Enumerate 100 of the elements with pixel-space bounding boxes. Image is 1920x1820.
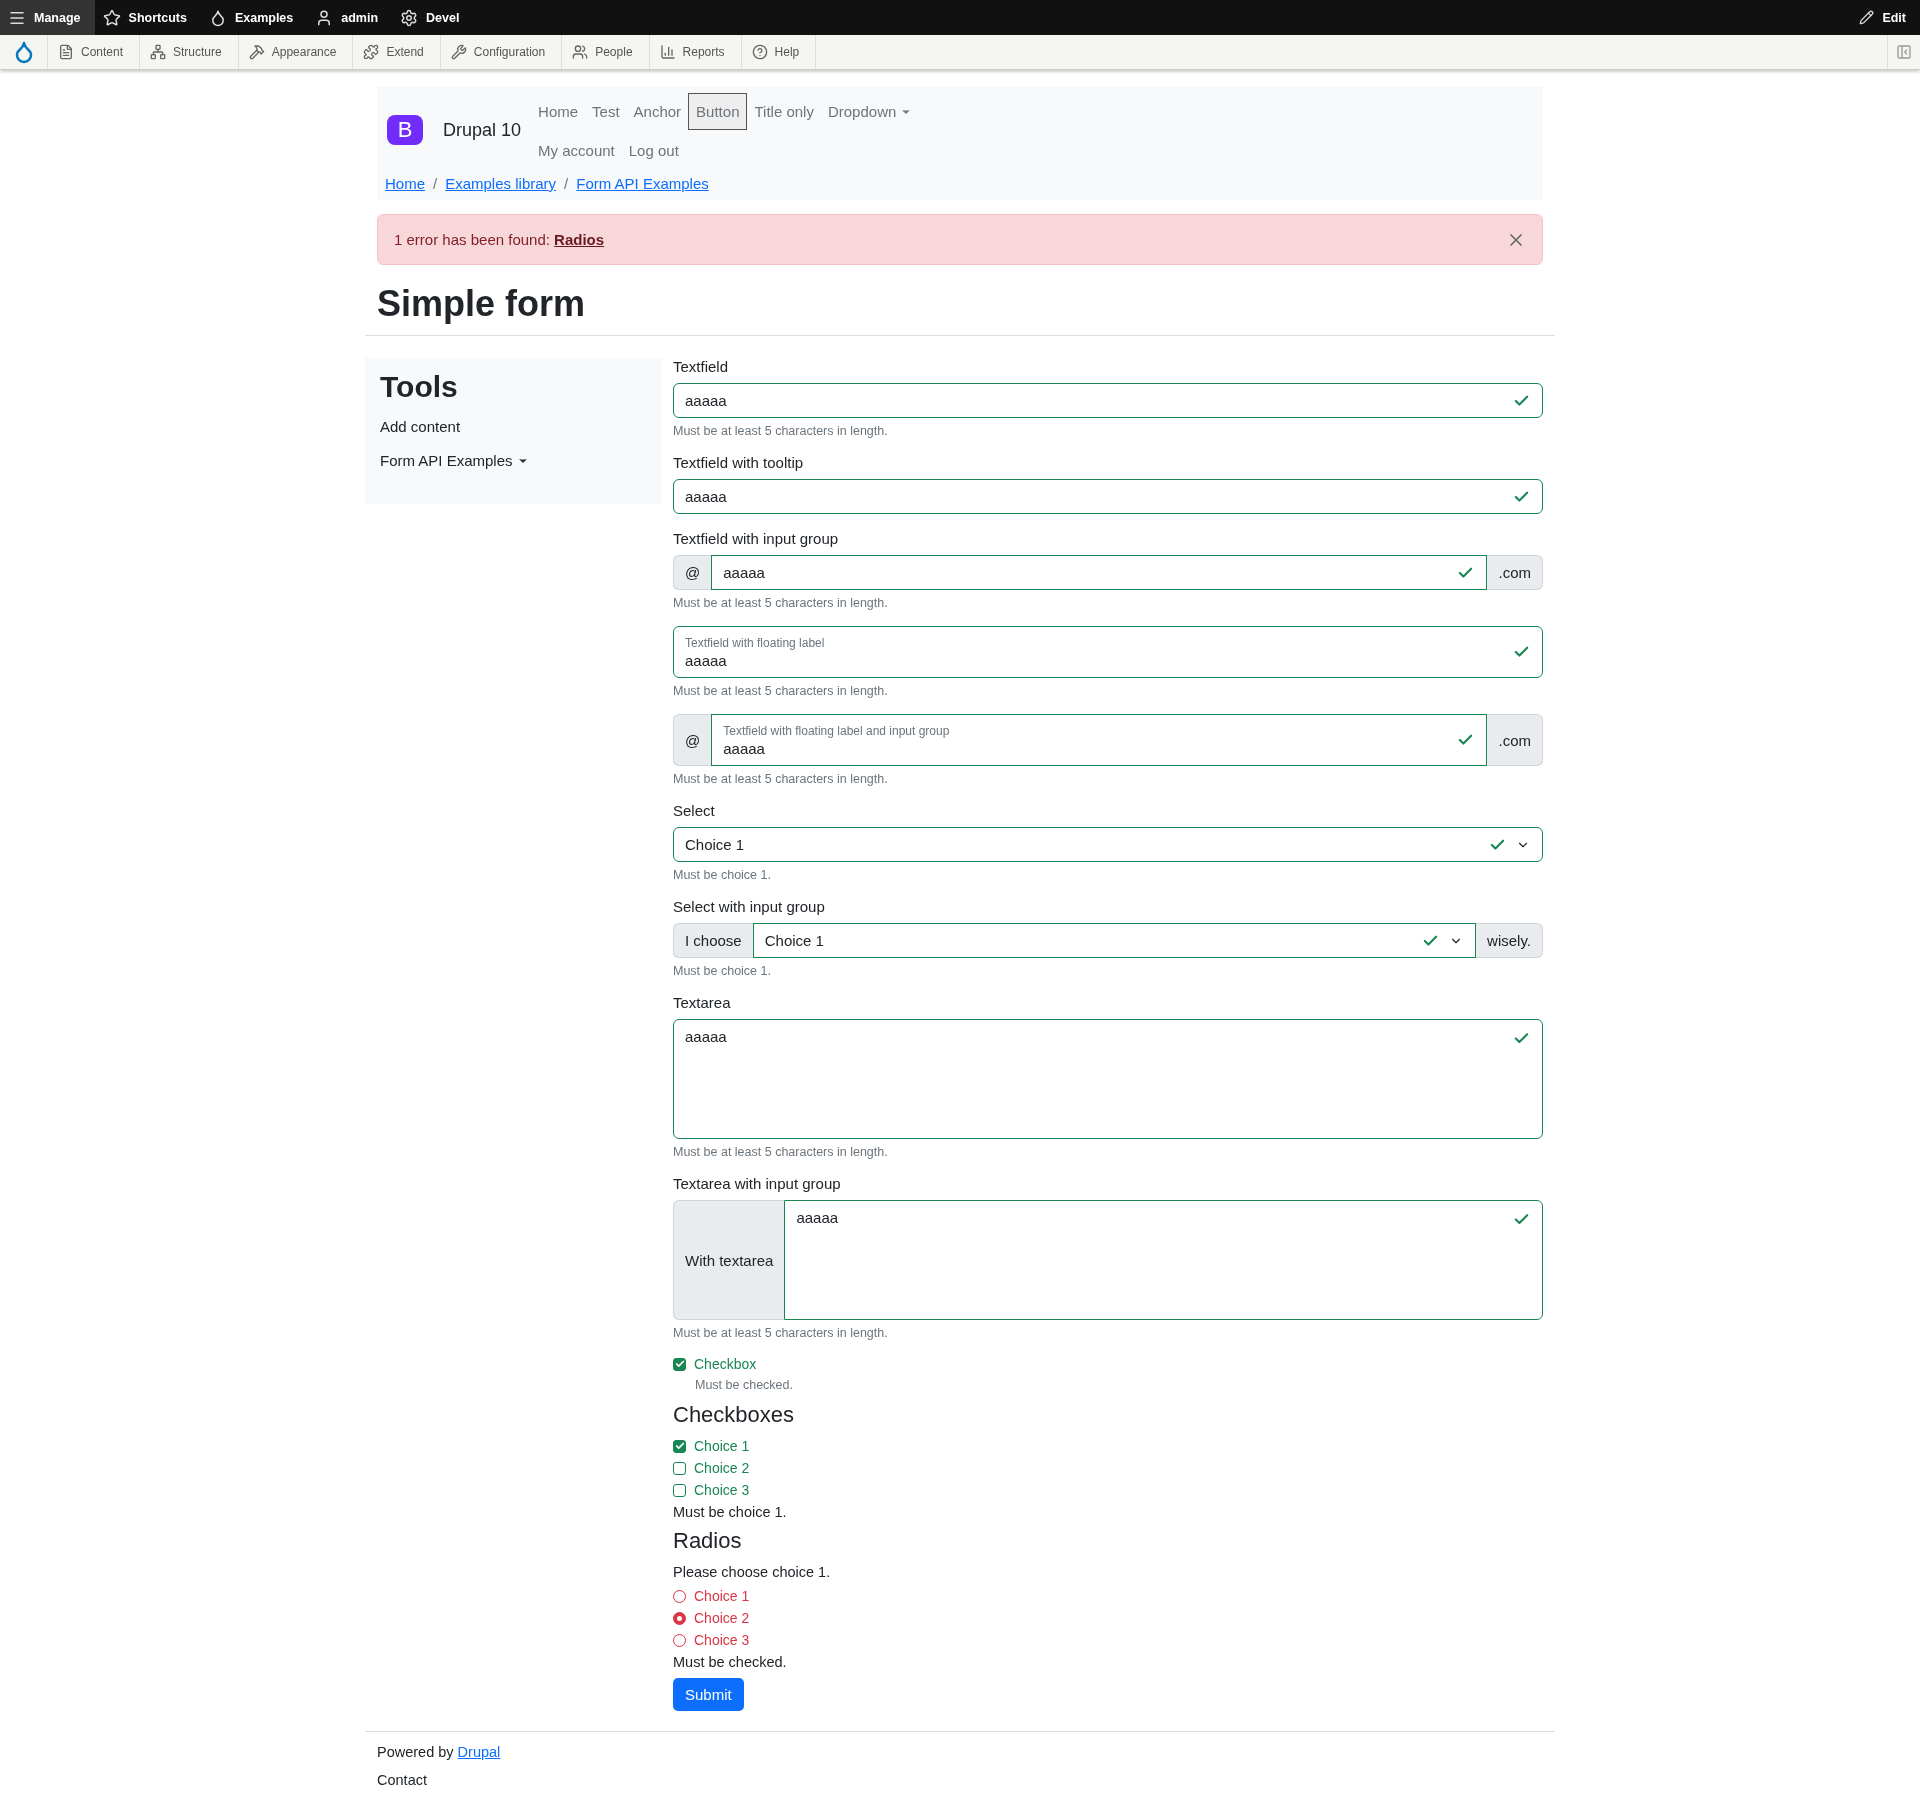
field-label: Textfield	[673, 358, 730, 375]
tray-item[interactable]: Help	[741, 35, 817, 69]
help-text: Must be checked.	[695, 1378, 794, 1392]
sidebar-dropdown[interactable]: Form API Examples	[380, 452, 647, 469]
checkbox-label: Choice 3	[694, 1482, 750, 1498]
checkbox[interactable]	[673, 1461, 686, 1475]
help-text: Must be at least 5 characters in length.	[673, 1326, 889, 1340]
tray-item[interactable]: People	[562, 35, 650, 69]
radio-button[interactable]	[673, 1589, 686, 1603]
help-text: Must be choice 1.	[673, 868, 772, 882]
prefix-addon: I choose	[673, 923, 753, 958]
prefix-addon: @	[673, 555, 712, 590]
nav-link[interactable]: Title only	[747, 95, 821, 128]
edit-link[interactable]: Edit	[1851, 0, 1920, 35]
tray-item[interactable]: Extend	[353, 35, 441, 69]
breadcrumb-link[interactable]: Examples library	[445, 175, 557, 192]
field-label: Select with input group	[673, 898, 826, 915]
tray-item[interactable]: Structure	[140, 35, 239, 69]
site-name[interactable]: Drupal 10	[443, 119, 522, 141]
help-text: Must be choice 1.	[673, 1504, 788, 1520]
radio-button[interactable]	[673, 1611, 686, 1625]
error-text: Must be checked.	[673, 1654, 788, 1670]
contact-link[interactable]: Contact	[377, 1772, 1543, 1788]
alert-link[interactable]: Radios	[554, 231, 605, 248]
radio-label: Choice 3	[694, 1632, 750, 1648]
tray-item[interactable]: Content	[48, 35, 141, 69]
field-label: Textarea with input group	[673, 1175, 842, 1192]
hammer-icon	[248, 44, 265, 60]
tray-item[interactable]: Reports	[649, 35, 742, 69]
checkbox[interactable]	[673, 1483, 686, 1497]
hierarchy-icon	[150, 44, 167, 60]
group-description: Please choose choice 1.	[673, 1564, 832, 1580]
breadcrumb-separator: /	[564, 175, 569, 192]
help-text: Must be at least 5 characters in length.	[673, 684, 889, 698]
text-field[interactable]: Textfield with floating label aaaaa	[673, 626, 1543, 678]
toolbar-item[interactable]: Examples	[200, 0, 308, 35]
people-icon	[572, 44, 589, 60]
textarea-field[interactable]: aaaaa	[784, 1200, 1543, 1320]
text-field[interactable]: Textfield with floating label and input group aaaaa	[711, 714, 1488, 766]
group-title: Checkboxes	[673, 1402, 796, 1428]
radio-button[interactable]	[673, 1633, 686, 1647]
help-text: Must be at least 5 characters in length.	[673, 1145, 889, 1159]
bar-chart-icon	[659, 44, 676, 60]
suffix-addon: .com	[1487, 714, 1543, 766]
radio-label: Choice 2	[694, 1610, 750, 1626]
select-field[interactable]: Choice 1	[673, 827, 1543, 862]
nav-link[interactable]: Home	[531, 95, 586, 128]
checkbox-label: Checkbox	[694, 1356, 757, 1372]
nav-dropdown[interactable]: Dropdown	[820, 95, 920, 128]
suffix-addon: .com	[1487, 555, 1543, 590]
textarea-field[interactable]: aaaaa	[673, 1019, 1543, 1139]
breadcrumb-link[interactable]: Form API Examples	[576, 175, 709, 192]
sidebar-title: Tools	[380, 370, 459, 404]
checkbox-label: Choice 1	[694, 1438, 750, 1454]
breadcrumb-link[interactable]: Home	[385, 175, 425, 192]
radio-label: Choice 1	[694, 1588, 750, 1604]
nav-link[interactable]: My account	[531, 134, 622, 167]
page-title: Simple form	[377, 283, 587, 326]
prefix-addon: @	[673, 714, 712, 766]
tray-item[interactable]: Appearance	[238, 35, 354, 69]
toolbar-item[interactable]: Shortcuts	[94, 0, 201, 35]
tray-item[interactable]: Configuration	[440, 35, 563, 69]
star-icon	[102, 8, 121, 27]
prefix-addon: With textarea	[673, 1200, 785, 1320]
sidebar-link[interactable]: Add content	[380, 418, 647, 435]
toolbar-item[interactable]: Manage	[0, 0, 95, 35]
checkbox[interactable]	[673, 1357, 686, 1371]
help-text: Must be at least 5 characters in length.	[673, 424, 889, 438]
footer-text: Powered by Drupal	[377, 1744, 502, 1760]
select-field[interactable]: Choice 1	[752, 923, 1477, 958]
help-text: Must be choice 1.	[673, 964, 772, 978]
site-logo[interactable]: B	[387, 115, 423, 145]
nav-link[interactable]: Anchor	[626, 95, 689, 128]
document-icon	[58, 44, 74, 60]
checkbox-label: Choice 2	[694, 1460, 750, 1476]
nav-link[interactable]: Log out	[621, 134, 686, 167]
text-field[interactable]: aaaaa	[673, 383, 1543, 418]
suffix-addon: wisely.	[1476, 923, 1543, 958]
help-text: Must be at least 5 characters in length.	[673, 772, 889, 786]
submit-button[interactable]: Submit	[673, 1678, 744, 1711]
nav-link[interactable]: Test	[585, 95, 627, 128]
help-icon	[751, 44, 768, 60]
field-label: Textfield with input group	[673, 530, 840, 547]
footer-link[interactable]: Drupal	[457, 1744, 501, 1760]
wrench-icon	[450, 44, 467, 60]
breadcrumb-separator: /	[433, 175, 438, 192]
nav-button[interactable]: Button	[688, 93, 748, 130]
field-label: Textfield with tooltip	[673, 454, 805, 471]
help-text: Must be at least 5 characters in length.	[673, 596, 889, 610]
field-label: Textarea	[673, 994, 732, 1011]
toolbar-item[interactable]: admin	[307, 0, 393, 35]
pencil-icon	[1859, 10, 1875, 25]
field-label: Select	[673, 802, 716, 819]
toolbar-item[interactable]: Devel	[392, 0, 474, 35]
text-field[interactable]: aaaaa	[711, 555, 1488, 590]
alert-message: 1 error has been found: Radios	[394, 231, 605, 248]
group-title: Radios	[673, 1528, 743, 1554]
text-field[interactable]: aaaaa	[673, 479, 1543, 514]
gear-icon	[400, 8, 419, 27]
checkbox[interactable]	[673, 1439, 686, 1453]
